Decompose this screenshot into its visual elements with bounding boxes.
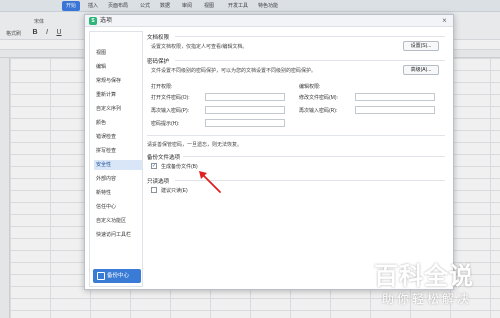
divider [175, 60, 445, 61]
watermark-logo: 百科全说 助你轻松解决 [368, 256, 494, 314]
sidebar-item-spell-check[interactable]: 拼写检查 [94, 146, 142, 156]
options-dialog: S 选项 × 视图 编辑 常规与保存 重新计算 自定义序列 颜色 错误检查 拼写… [84, 14, 454, 290]
open-password-input[interactable] [205, 93, 285, 101]
permission-settings-button[interactable]: 设置(S)... [403, 41, 439, 51]
watermark-main-text: 百科全说 [374, 262, 474, 290]
dialog-title: 选项 [100, 18, 113, 24]
open-permission-label: 打开权限: [151, 84, 173, 90]
options-sidebar: 视图 编辑 常规与保存 重新计算 自定义序列 颜色 错误检查 拼写检查 安全性 … [89, 31, 143, 287]
edit-password-confirm-input[interactable] [355, 106, 435, 114]
suggest-readonly-checkbox[interactable] [151, 187, 157, 193]
sidebar-item-general-save[interactable]: 常规与保存 [94, 76, 142, 86]
watermark-sub-text: 助你轻松解决 [382, 292, 473, 306]
backup-icon [97, 272, 105, 280]
open-password-label: 打开文件密码(O): [151, 95, 190, 101]
open-password-confirm-input[interactable] [205, 106, 285, 114]
security-panel: 文档权限 设置文档权限，仅指定人可查看/编辑文档。 设置(S)... 密码保护 … [147, 31, 447, 287]
advanced-button[interactable]: 高级(A)... [403, 65, 439, 75]
doc-permission-desc: 设置文档权限，仅指定人可查看/编辑文档。 [151, 44, 248, 50]
divider [175, 36, 445, 37]
sidebar-item-color[interactable]: 颜色 [94, 118, 142, 128]
dialog-titlebar: S 选项 × [85, 15, 453, 27]
open-password-confirm-label: 再次输入密码(P): [151, 108, 190, 114]
edit-password-input[interactable] [355, 93, 435, 101]
sidebar-item-error-check[interactable]: 错误检查 [94, 132, 142, 142]
divider [183, 156, 445, 157]
readonly-options-title: 只读选项 [147, 179, 170, 185]
sidebar-item-view[interactable]: 视图 [94, 48, 142, 58]
doc-permission-title: 文档权限 [147, 35, 170, 41]
sidebar-item-security[interactable]: 安全性 [94, 160, 142, 170]
backup-center-button[interactable]: 备份中心 [93, 269, 141, 283]
edit-password-confirm-label: 再次输入密码(R): [299, 108, 338, 114]
password-notice: 请妥善保管密码，一旦遗忘，则无法恢复。 [147, 142, 243, 148]
close-icon[interactable]: × [440, 16, 449, 25]
password-hint-label: 密码提示(H): [151, 121, 180, 127]
app-logo-icon: S [89, 17, 97, 25]
password-hint-input[interactable] [205, 119, 285, 127]
divider [147, 135, 445, 136]
generate-backup-label[interactable]: 生成备份文件(B) [161, 163, 198, 170]
sidebar-item-custom-ribbon[interactable]: 自定义功能区 [94, 216, 142, 226]
sidebar-item-custom-list[interactable]: 自定义序列 [94, 104, 142, 114]
generate-backup-checkbox[interactable]: ✓ [151, 163, 157, 169]
backup-options-title: 备份文件选项 [147, 155, 181, 161]
edit-permission-label: 编辑权限: [299, 84, 321, 90]
password-protect-title: 密码保护 [147, 59, 170, 65]
password-protect-desc: 文件设置不同级别的密码保护，可以为您的文档设置不同级别的密码保护。 [151, 68, 317, 74]
annotation-arrow-icon [199, 171, 221, 193]
sidebar-item-external-content[interactable]: 外部内容 [94, 174, 142, 184]
sidebar-item-trust-center[interactable]: 信任中心 [94, 202, 142, 212]
backup-center-label: 备份中心 [107, 273, 130, 279]
sidebar-item-edit[interactable]: 编辑 [94, 62, 142, 72]
sidebar-item-new-features[interactable]: 新特性 [94, 188, 142, 198]
sidebar-item-quick-access[interactable]: 快速访问工具栏 [94, 230, 142, 240]
sidebar-item-recalc[interactable]: 重新计算 [94, 90, 142, 100]
suggest-readonly-label[interactable]: 建议只读(E) [161, 187, 188, 194]
edit-password-label: 修改文件密码(M): [299, 95, 338, 101]
